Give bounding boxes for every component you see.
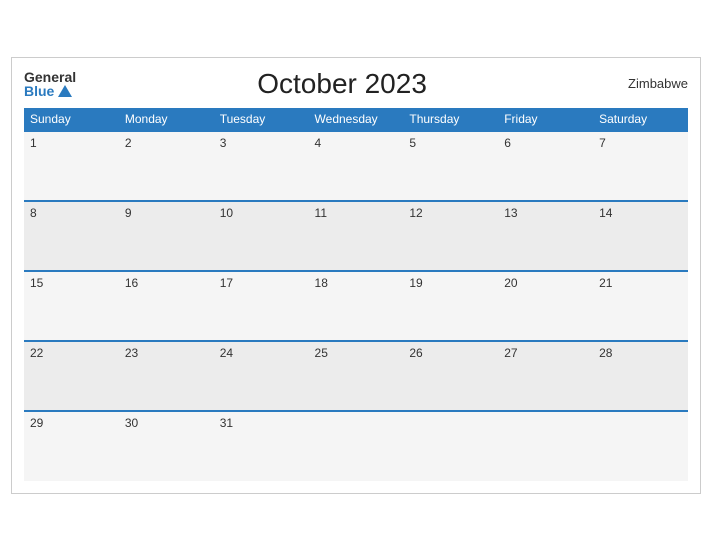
day-number: 4: [315, 136, 322, 150]
calendar-day-cell: 18: [309, 271, 404, 341]
day-number: 10: [220, 206, 233, 220]
calendar-day-cell: 31: [214, 411, 309, 481]
calendar-day-cell: 28: [593, 341, 688, 411]
calendar-day-cell: 30: [119, 411, 214, 481]
day-number: 13: [504, 206, 517, 220]
calendar-day-cell: 25: [309, 341, 404, 411]
calendar-day-cell: 22: [24, 341, 119, 411]
calendar-day-cell: 12: [403, 201, 498, 271]
calendar-day-cell: 1: [24, 131, 119, 201]
calendar-day-cell: 16: [119, 271, 214, 341]
day-number: 22: [30, 346, 43, 360]
calendar-day-cell: [403, 411, 498, 481]
calendar-header: General Blue October 2023 Zimbabwe: [24, 68, 688, 100]
logo-general-text: General: [24, 70, 76, 84]
logo: General Blue: [24, 70, 76, 98]
weekday-header: Saturday: [593, 108, 688, 131]
day-number: 2: [125, 136, 132, 150]
calendar-day-cell: 8: [24, 201, 119, 271]
day-number: 26: [409, 346, 422, 360]
day-number: 8: [30, 206, 37, 220]
calendar-body: 1234567891011121314151617181920212223242…: [24, 131, 688, 481]
calendar-day-cell: 6: [498, 131, 593, 201]
day-number: 19: [409, 276, 422, 290]
weekday-header: Sunday: [24, 108, 119, 131]
calendar-day-cell: 5: [403, 131, 498, 201]
calendar-day-cell: 2: [119, 131, 214, 201]
day-number: 25: [315, 346, 328, 360]
logo-triangle-icon: [58, 85, 72, 97]
calendar-day-cell: 10: [214, 201, 309, 271]
weekday-header: Wednesday: [309, 108, 404, 131]
day-number: 21: [599, 276, 612, 290]
day-number: 11: [315, 206, 327, 220]
calendar-day-cell: 3: [214, 131, 309, 201]
day-number: 5: [409, 136, 416, 150]
day-number: 3: [220, 136, 227, 150]
day-number: 15: [30, 276, 43, 290]
calendar-day-cell: 27: [498, 341, 593, 411]
calendar-day-cell: 11: [309, 201, 404, 271]
calendar-title: October 2023: [76, 68, 608, 100]
calendar-day-cell: 7: [593, 131, 688, 201]
calendar-day-cell: [309, 411, 404, 481]
calendar-header-row: SundayMondayTuesdayWednesdayThursdayFrid…: [24, 108, 688, 131]
calendar-day-cell: 19: [403, 271, 498, 341]
weekday-header: Tuesday: [214, 108, 309, 131]
calendar-week-row: 29 30 31: [24, 411, 688, 481]
calendar-day-cell: 29: [24, 411, 119, 481]
calendar-table: SundayMondayTuesdayWednesdayThursdayFrid…: [24, 108, 688, 481]
calendar-day-cell: 20: [498, 271, 593, 341]
calendar-week-row: 8 9 10 11 12 13 14: [24, 201, 688, 271]
day-number: 6: [504, 136, 511, 150]
day-number: 1: [30, 136, 37, 150]
calendar-day-cell: 24: [214, 341, 309, 411]
day-number: 18: [315, 276, 328, 290]
calendar-day-cell: 4: [309, 131, 404, 201]
day-number: 12: [409, 206, 422, 220]
calendar-day-cell: 14: [593, 201, 688, 271]
day-number: 24: [220, 346, 233, 360]
day-number: 9: [125, 206, 132, 220]
calendar-container: General Blue October 2023 Zimbabwe Sunda…: [11, 57, 701, 494]
day-number: 20: [504, 276, 517, 290]
weekday-header: Monday: [119, 108, 214, 131]
weekday-header: Thursday: [403, 108, 498, 131]
day-number: 23: [125, 346, 138, 360]
calendar-day-cell: 21: [593, 271, 688, 341]
calendar-week-row: 15 16 17 18 19 20 21: [24, 271, 688, 341]
day-number: 29: [30, 416, 43, 430]
calendar-day-cell: 15: [24, 271, 119, 341]
day-number: 27: [504, 346, 517, 360]
calendar-day-cell: [593, 411, 688, 481]
day-number: 14: [599, 206, 612, 220]
calendar-day-cell: [498, 411, 593, 481]
day-number: 31: [220, 416, 233, 430]
day-number: 16: [125, 276, 138, 290]
calendar-day-cell: 26: [403, 341, 498, 411]
logo-blue-text: Blue: [24, 84, 76, 98]
day-number: 7: [599, 136, 606, 150]
calendar-day-cell: 13: [498, 201, 593, 271]
calendar-day-cell: 17: [214, 271, 309, 341]
calendar-day-cell: 9: [119, 201, 214, 271]
country-label: Zimbabwe: [608, 76, 688, 91]
calendar-week-row: 22 23 24 25 26 27 28: [24, 341, 688, 411]
day-number: 17: [220, 276, 233, 290]
calendar-week-row: 1 2 3 4 5 6 7: [24, 131, 688, 201]
weekday-header: Friday: [498, 108, 593, 131]
weekday-row: SundayMondayTuesdayWednesdayThursdayFrid…: [24, 108, 688, 131]
day-number: 30: [125, 416, 138, 430]
calendar-day-cell: 23: [119, 341, 214, 411]
day-number: 28: [599, 346, 612, 360]
